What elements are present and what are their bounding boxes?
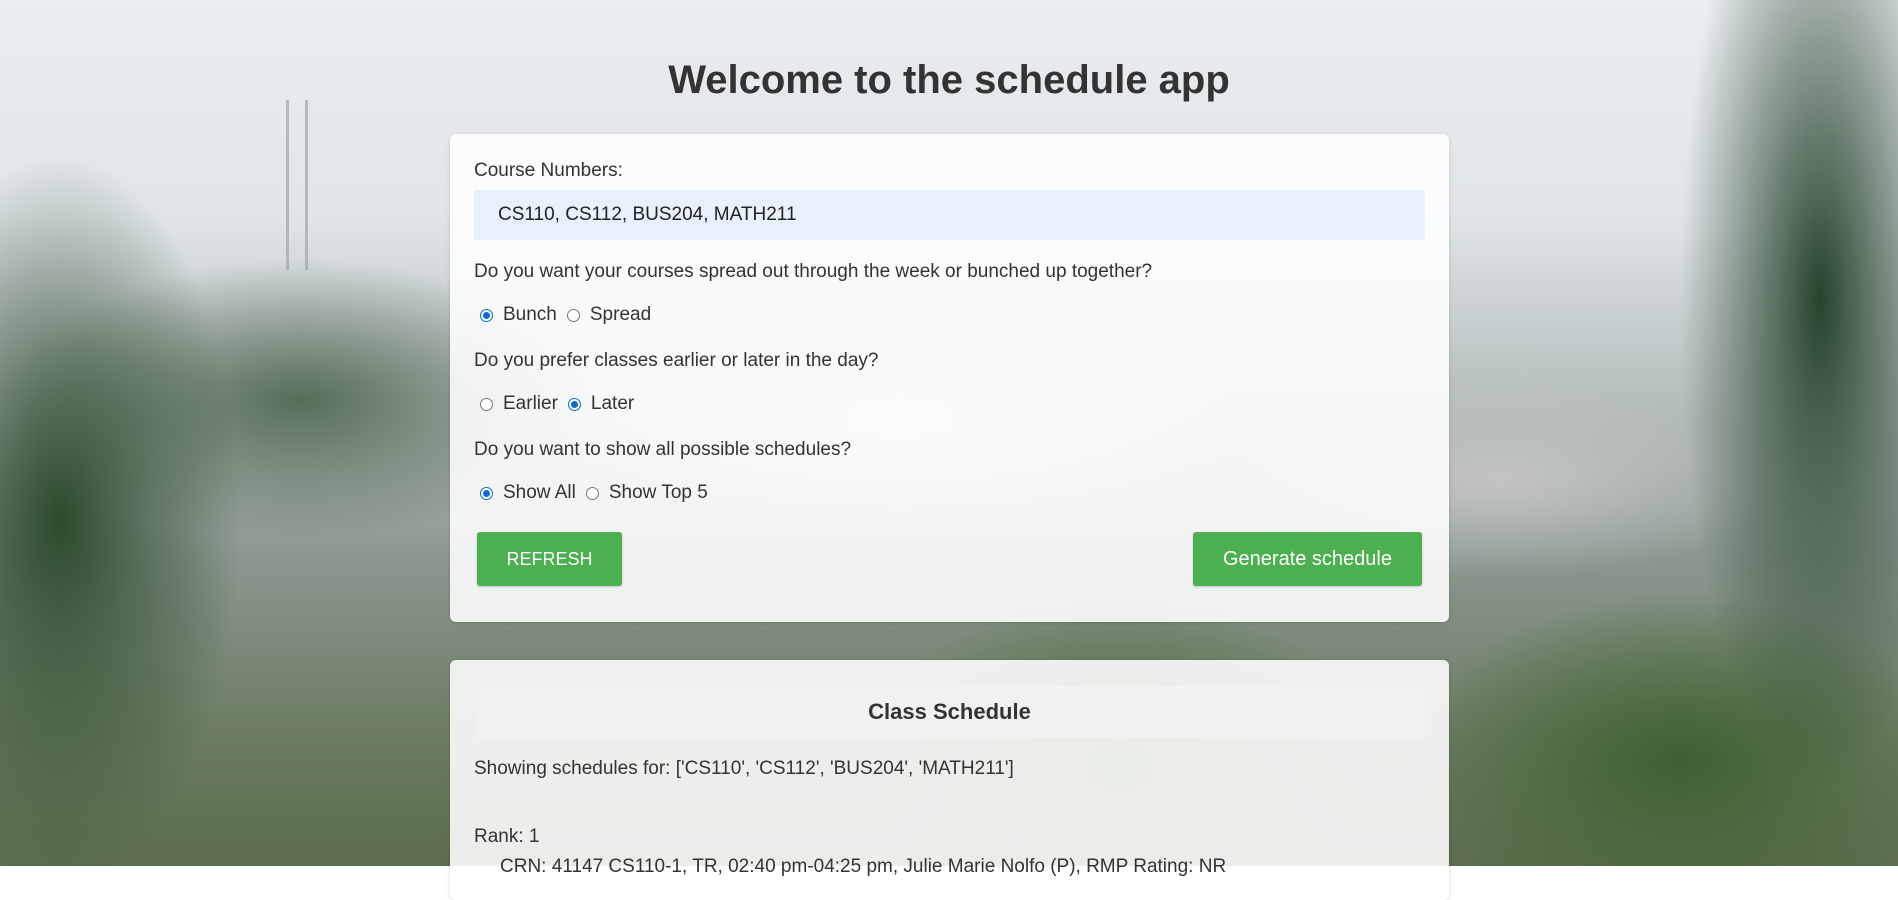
show-radio-group: Show All Show Top 5 [480, 482, 718, 504]
time-radio-group: Earlier Later [480, 393, 644, 415]
spread-radio[interactable] [566, 308, 580, 322]
bunch-label[interactable]: Bunch [503, 304, 557, 326]
show-top5-label[interactable]: Show Top 5 [609, 482, 708, 504]
showing-schedules-text: Showing schedules for: ['CS110', 'CS112'… [474, 758, 1014, 779]
spread-question: Do you want your courses spread out thro… [474, 261, 1153, 282]
class-schedule-header: Class Schedule [474, 686, 1425, 738]
show-all-label[interactable]: Show All [503, 482, 576, 504]
earlier-radio[interactable] [480, 397, 493, 411]
later-label[interactable]: Later [591, 393, 634, 415]
show-question: Do you want to show all possible schedul… [474, 439, 852, 460]
page-title: Welcome to the schedule app [668, 58, 1230, 102]
schedule-entry: CRN: 41147 CS110-1, TR, 02:40 pm-04:25 p… [500, 856, 1227, 877]
later-radio[interactable] [567, 397, 581, 411]
bunch-radio[interactable] [480, 308, 493, 322]
show-all-radio[interactable] [480, 486, 493, 500]
background-tower [286, 100, 308, 270]
refresh-button[interactable]: REFRESH [477, 532, 622, 586]
spread-label[interactable]: Spread [590, 304, 651, 326]
schedule-form-card: Course Numbers: Do you want your courses… [450, 134, 1449, 622]
show-top5-radio[interactable] [585, 486, 599, 500]
generate-schedule-button[interactable]: Generate schedule [1193, 532, 1422, 586]
time-question: Do you prefer classes earlier or later i… [474, 350, 879, 371]
class-schedule-card: Class Schedule Showing schedules for: ['… [450, 660, 1449, 900]
earlier-label[interactable]: Earlier [503, 393, 558, 415]
course-numbers-input[interactable] [474, 190, 1425, 240]
spread-radio-group: Bunch Spread [480, 304, 661, 326]
course-numbers-label: Course Numbers: [474, 160, 623, 181]
rank-label: Rank: 1 [474, 826, 540, 847]
